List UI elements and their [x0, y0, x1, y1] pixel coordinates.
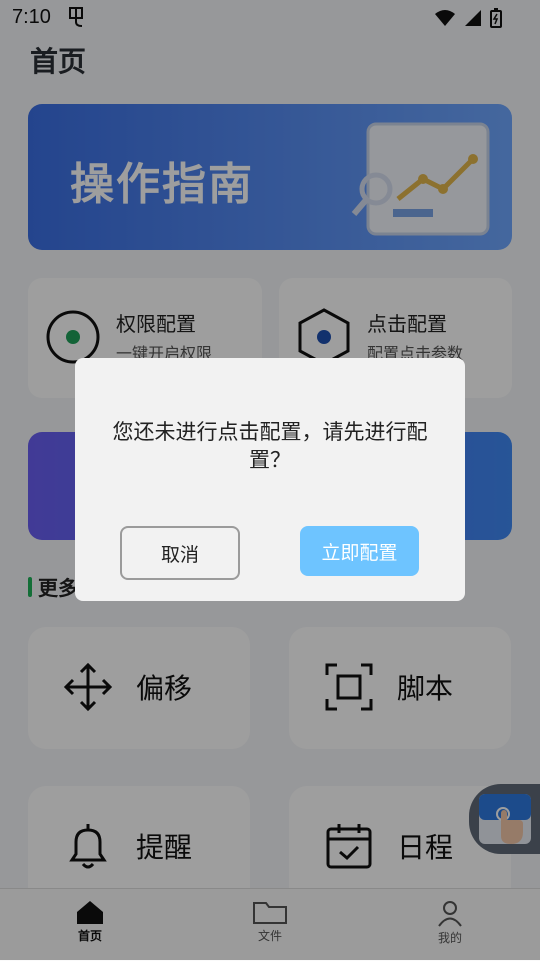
dialog-message: 您还未进行点击配置，请先进行配置？	[112, 420, 428, 472]
cancel-button[interactable]: 取消	[120, 526, 240, 580]
config-prompt-dialog: 您还未进行点击配置，请先进行配置？ 取消 立即配置	[75, 358, 465, 601]
home-page: 7:10 首页 操作指南 权限配置 一键开启权限 点击配置 配置点击参数 更多 …	[0, 0, 540, 961]
configure-now-button[interactable]: 立即配置	[300, 526, 419, 576]
